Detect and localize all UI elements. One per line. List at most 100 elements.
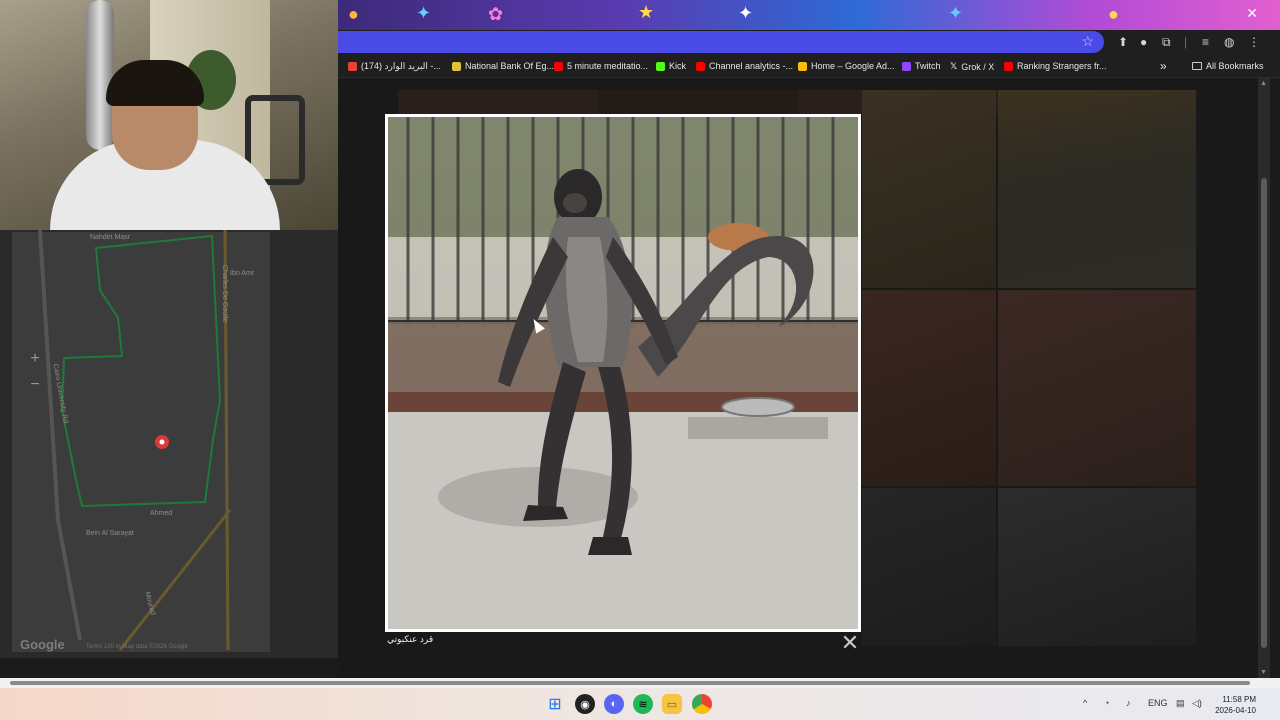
map-label: Charles De Gaulle xyxy=(221,264,229,323)
wifi-icon[interactable]: ▤ xyxy=(1176,698,1185,709)
chrome-icon[interactable] xyxy=(692,694,712,714)
discord-icon[interactable]: ◐ xyxy=(604,694,624,714)
map-route-layer xyxy=(38,230,232,651)
bookmark-label: Kick xyxy=(669,61,687,71)
scroll-up-icon[interactable]: ▲ xyxy=(1260,80,1267,87)
bookmark-item[interactable]: Channel analytics -... xyxy=(696,61,793,71)
volume-icon[interactable]: ◁) xyxy=(1192,698,1202,709)
bookmark-label: 5 minute meditatio... xyxy=(567,61,649,71)
map-label: Ibn Amr xyxy=(230,270,255,277)
bookmark-item[interactable]: 5 minute meditatio... xyxy=(554,61,648,71)
bookmark-item[interactable]: Ranking Strangers fr... xyxy=(1004,61,1107,71)
menu-icon[interactable]: ⋮ xyxy=(1248,35,1260,49)
microphone-icon[interactable]: ♪ xyxy=(1126,698,1131,708)
bookmark-label: Home – Google Ad... xyxy=(811,61,895,71)
gallery-thumbnail[interactable] xyxy=(398,90,598,114)
sparkle-icon: ● xyxy=(1108,4,1119,24)
google-ads-icon xyxy=(798,61,807,71)
map-zoom-in-button[interactable]: + xyxy=(26,350,44,368)
all-bookmarks-label: All Bookmarks xyxy=(1206,61,1264,71)
divider-icon: | xyxy=(1184,35,1188,49)
bookmark-label: Grok / X xyxy=(961,61,995,72)
youtube-icon xyxy=(1004,61,1013,71)
sparkle-icon: ★ xyxy=(638,2,655,22)
map-footer: Terms 100 m Map data ©2026 Google xyxy=(86,644,188,650)
sparkle-icon: ✦ xyxy=(416,3,432,23)
media-icon[interactable]: ≡ xyxy=(1202,35,1209,49)
bookmark-item[interactable]: Kick xyxy=(656,61,686,71)
extensions-icon[interactable]: ⧉ xyxy=(1162,35,1171,49)
browser-toolbar: ☆ ⬆ ● ⧉ | ≡ ◍ ⋮ xyxy=(338,30,1280,56)
spotify-icon[interactable]: ≋ xyxy=(633,694,653,714)
lightbox-image[interactable] xyxy=(385,114,861,632)
bookmarks-bar: (174) البريد الوارد -... National Bank O… xyxy=(338,56,1280,78)
twitch-icon xyxy=(902,61,911,71)
bookmark-label: Channel analytics -... xyxy=(709,61,794,71)
bookmark-label: Twitch xyxy=(915,61,941,71)
tray-chevron-icon[interactable]: ^ xyxy=(1083,698,1087,708)
lightbox-close-button[interactable]: ✕ xyxy=(840,632,860,654)
gallery-thumbnail-cheetah[interactable] xyxy=(862,90,996,288)
lightbox-caption: قرد عنكبوتي xyxy=(387,634,434,644)
gmail-icon xyxy=(348,62,357,71)
gallery-thumbnail[interactable] xyxy=(598,90,798,114)
clock[interactable]: 11:58 PM 2026-04-10 xyxy=(1215,694,1256,716)
x-icon: 𝕏 xyxy=(950,61,958,71)
bank-icon xyxy=(452,61,461,71)
map-panel[interactable]: Nahdet Masr Cairo University Rd Charles … xyxy=(0,230,338,658)
bookmark-item[interactable]: (174) البريد الوارد -... xyxy=(348,61,441,72)
right-gap xyxy=(1270,78,1280,678)
kick-icon xyxy=(656,61,665,71)
windows-start-icon[interactable]: ⊞ xyxy=(545,694,565,714)
vertical-scrollbar[interactable]: ▲ ▼ xyxy=(1258,78,1270,678)
sparkle-icon: ✿ xyxy=(488,4,504,24)
bookmark-item[interactable]: Twitch xyxy=(902,61,941,71)
bookmark-item[interactable]: National Bank Of Eg... xyxy=(452,61,554,71)
sparkle-icon: ● xyxy=(348,4,359,24)
address-bar[interactable]: ☆ xyxy=(338,31,1104,53)
sparkle-icon: ✦ xyxy=(738,3,754,23)
left-gap xyxy=(0,658,338,678)
language-indicator[interactable]: ENG xyxy=(1148,698,1168,708)
gallery-thumbnail-deer[interactable] xyxy=(862,290,996,486)
avatar-icon[interactable]: ◍ xyxy=(1224,35,1234,49)
folder-icon xyxy=(1192,62,1202,70)
youtube-icon xyxy=(554,61,563,71)
horizontal-scrollbar-thumb[interactable] xyxy=(10,681,1250,685)
bookmark-label: Ranking Strangers fr... xyxy=(1017,61,1107,71)
gallery-thumbnail-monkey[interactable] xyxy=(998,488,1196,646)
bookmark-label: National Bank Of Eg... xyxy=(465,61,555,71)
bookmark-item[interactable]: Home – Google Ad... xyxy=(798,61,895,71)
horizontal-scrollbar[interactable] xyxy=(0,678,1280,688)
clock-date: 2026-04-10 xyxy=(1215,706,1256,715)
youtube-icon xyxy=(696,61,705,71)
bookmark-item[interactable]: 𝕏 Grok / X xyxy=(950,61,994,72)
screen: Nahdet Masr Cairo University Rd Charles … xyxy=(0,0,1280,720)
map-zoom-out-button[interactable]: − xyxy=(26,376,44,394)
profile-dot-icon[interactable]: ● xyxy=(1140,35,1147,49)
map-label: Ahmed xyxy=(150,510,173,517)
statue xyxy=(86,0,114,150)
file-explorer-icon[interactable]: ▭ xyxy=(662,694,682,714)
network-icon[interactable]: ◔ xyxy=(1104,698,1109,708)
browser-tab-bar: ● ✦ ✿ ★ ✦ ✦ ● ✕ xyxy=(338,0,1280,30)
clock-time: 11:58 PM xyxy=(1222,695,1256,704)
download-icon[interactable]: ⬆ xyxy=(1118,35,1128,49)
window-close-icon[interactable]: ✕ xyxy=(1246,5,1258,22)
obs-icon[interactable]: ◉ xyxy=(575,694,595,714)
scrollbar-thumb[interactable] xyxy=(1261,178,1267,648)
map-label: Nahdet Masr xyxy=(90,234,131,241)
google-logo: Google xyxy=(20,637,65,652)
bookmarks-overflow-button[interactable]: » xyxy=(1160,59,1167,73)
scroll-down-icon[interactable]: ▼ xyxy=(1260,669,1267,676)
taskbar: ⊞ ◉ ◐ ≋ ▭ ^ ◔ ♪ ENG ▤ ◁) 11:58 PM 2026-0… xyxy=(0,688,1280,720)
map-label: Bein Al Sarayat xyxy=(86,530,134,537)
gallery-thumbnail-monkey[interactable] xyxy=(862,488,996,646)
gallery-thumbnail-deer[interactable] xyxy=(998,290,1196,486)
spider-monkey-photo xyxy=(388,117,858,629)
webcam-overlay xyxy=(0,0,338,230)
all-bookmarks-button[interactable]: All Bookmarks xyxy=(1192,61,1264,71)
bookmark-star-icon[interactable]: ☆ xyxy=(1081,33,1094,50)
bookmark-label: (174) البريد الوارد -... xyxy=(361,61,441,71)
gallery-thumbnail-cheetah[interactable] xyxy=(998,90,1196,288)
